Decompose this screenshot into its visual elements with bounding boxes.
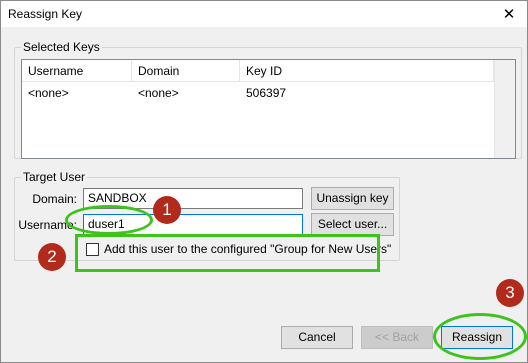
list-header: Username Domain Key ID: [22, 60, 494, 82]
unassign-key-button[interactable]: Unassign key: [311, 187, 394, 210]
reassign-highlight-oval: [433, 313, 527, 360]
cell-domain: <none>: [138, 86, 179, 100]
target-user-legend: Target User: [21, 170, 88, 184]
cancel-button[interactable]: Cancel: [281, 326, 353, 349]
selected-keys-legend: Selected Keys: [21, 40, 102, 54]
select-user-button[interactable]: Select user...: [311, 213, 394, 236]
close-icon: ✕: [502, 6, 516, 23]
step-1-badge: 1: [153, 196, 181, 224]
window-title: Reassign Key: [8, 7, 83, 21]
back-button[interactable]: << Back: [361, 326, 433, 349]
step-2-badge: 2: [38, 243, 66, 271]
selected-keys-list[interactable]: Username Domain Key ID <none> <none> 506…: [21, 59, 516, 159]
column-header-key-id[interactable]: Key ID: [240, 60, 494, 82]
list-scrollbar[interactable]: [494, 60, 515, 158]
table-row[interactable]: <none> <none> 506397: [22, 84, 494, 102]
checkbox-highlight-rect: [75, 234, 380, 272]
close-button[interactable]: ✕: [491, 1, 527, 27]
domain-label: Domain:: [32, 192, 77, 206]
column-header-domain[interactable]: Domain: [132, 60, 240, 82]
title-bar: Reassign Key ✕: [1, 1, 527, 27]
reassign-key-dialog: Reassign Key ✕ Selected Keys Username Do…: [0, 0, 528, 363]
step-3-badge: 3: [496, 279, 524, 307]
column-header-username[interactable]: Username: [22, 60, 132, 82]
cell-username: <none>: [28, 86, 69, 100]
username-highlight-oval: [65, 205, 153, 235]
cell-key-id: 506397: [246, 86, 287, 100]
